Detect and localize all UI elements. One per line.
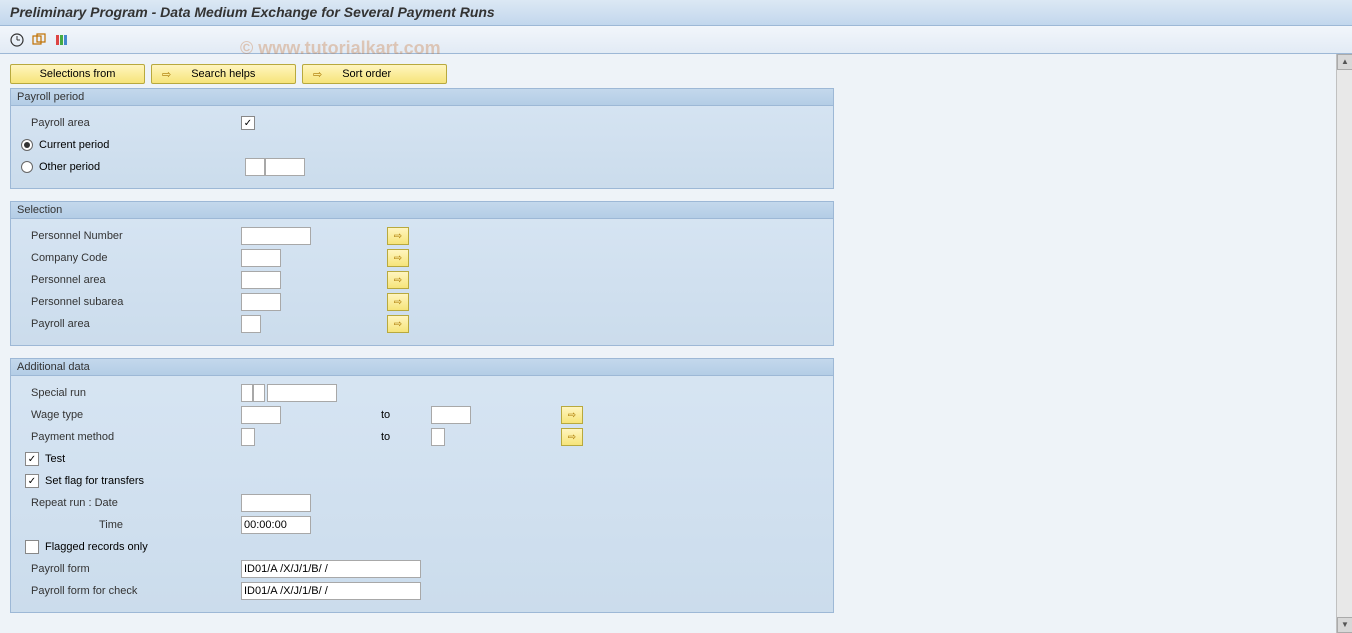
payroll-form-check-input[interactable] (241, 582, 421, 600)
label-wage-type: Wage type (21, 409, 241, 421)
company-code-input[interactable] (241, 249, 281, 267)
personnel-area-input[interactable] (241, 271, 281, 289)
multi-select-company-code[interactable]: ⇨ (387, 249, 409, 267)
label-personnel-number: Personnel Number (21, 230, 241, 242)
payment-method-from[interactable] (241, 428, 255, 446)
label-payroll-form-check: Payroll form for check (21, 585, 241, 597)
wage-type-to[interactable] (431, 406, 471, 424)
search-helps-button[interactable]: ⇨ Search helps (151, 64, 296, 84)
label-personnel-subarea: Personnel subarea (21, 296, 241, 308)
repeat-run-date[interactable] (241, 494, 311, 512)
test-checkbox[interactable]: ✓ (25, 452, 39, 466)
execute-icon[interactable] (8, 31, 26, 49)
payroll-area-checkbox[interactable]: ✓ (241, 116, 255, 130)
selections-from-button[interactable]: Selections from (10, 64, 145, 84)
set-flag-checkbox[interactable]: ✓ (25, 474, 39, 488)
title-bar: Preliminary Program - Data Medium Exchan… (0, 0, 1352, 26)
multi-select-wage-type[interactable]: ⇨ (561, 406, 583, 424)
search-helps-label: Search helps (191, 68, 255, 80)
payment-method-to[interactable] (431, 428, 445, 446)
label-other-period: Other period (39, 161, 245, 173)
label-personnel-area: Personnel area (21, 274, 241, 286)
other-period-input-2[interactable] (265, 158, 305, 176)
arrow-right-icon: ⇨ (162, 68, 171, 81)
wage-type-from[interactable] (241, 406, 281, 424)
multi-select-payroll-area[interactable]: ⇨ (387, 315, 409, 333)
variant-icon[interactable] (30, 31, 48, 49)
output-icon[interactable] (52, 31, 70, 49)
radio-other-period[interactable] (21, 161, 33, 173)
label-payroll-area-sel: Payroll area (21, 318, 241, 330)
label-time: Time (21, 519, 241, 531)
label-test: Test (45, 453, 65, 465)
label-payroll-area: Payroll area (21, 117, 241, 129)
scroll-up-icon[interactable]: ▲ (1337, 54, 1352, 70)
flagged-only-checkbox[interactable] (25, 540, 39, 554)
personnel-number-input[interactable] (241, 227, 311, 245)
page-title: Preliminary Program - Data Medium Exchan… (10, 4, 495, 20)
multi-select-personnel-area[interactable]: ⇨ (387, 271, 409, 289)
radio-current-period[interactable] (21, 139, 33, 151)
multi-select-personnel-subarea[interactable]: ⇨ (387, 293, 409, 311)
scroll-down-icon[interactable]: ▼ (1337, 617, 1352, 633)
multi-select-payment-method[interactable]: ⇨ (561, 428, 583, 446)
label-company-code: Company Code (21, 252, 241, 264)
vertical-scrollbar[interactable]: ▲ ▼ (1336, 54, 1352, 633)
main-content: Selections from ⇨ Search helps ⇨ Sort or… (0, 54, 1336, 633)
group-title-selection: Selection (11, 202, 833, 219)
action-button-row: Selections from ⇨ Search helps ⇨ Sort or… (10, 64, 1326, 84)
sort-order-label: Sort order (342, 68, 391, 80)
label-to-payment: to (381, 431, 431, 443)
label-current-period: Current period (39, 139, 109, 151)
multi-select-personnel-number[interactable]: ⇨ (387, 227, 409, 245)
selections-from-label: Selections from (40, 68, 116, 80)
time-input[interactable] (241, 516, 311, 534)
other-period-input-1[interactable] (245, 158, 265, 176)
personnel-subarea-input[interactable] (241, 293, 281, 311)
label-payroll-form: Payroll form (21, 563, 241, 575)
label-flagged-only: Flagged records only (45, 541, 148, 553)
label-repeat-run: Repeat run : Date (21, 497, 241, 509)
special-run-input-2[interactable] (253, 384, 265, 402)
special-run-input-1[interactable] (241, 384, 253, 402)
group-title-additional: Additional data (11, 359, 833, 376)
label-payment-method: Payment method (21, 431, 241, 443)
group-selection: Selection Personnel Number ⇨ Company Cod… (10, 201, 834, 346)
group-payroll-period: Payroll period Payroll area ✓ Current pe… (10, 88, 834, 189)
group-title-payroll-period: Payroll period (11, 89, 833, 106)
payroll-form-input[interactable] (241, 560, 421, 578)
special-run-input-3[interactable] (267, 384, 337, 402)
label-set-flag: Set flag for transfers (45, 475, 144, 487)
payroll-area-sel-input[interactable] (241, 315, 261, 333)
label-special-run: Special run (21, 387, 241, 399)
label-to-wage: to (381, 409, 431, 421)
group-additional-data: Additional data Special run Wage type to… (10, 358, 834, 613)
sort-order-button[interactable]: ⇨ Sort order (302, 64, 447, 84)
arrow-right-icon: ⇨ (313, 68, 322, 81)
app-toolbar (0, 26, 1352, 54)
